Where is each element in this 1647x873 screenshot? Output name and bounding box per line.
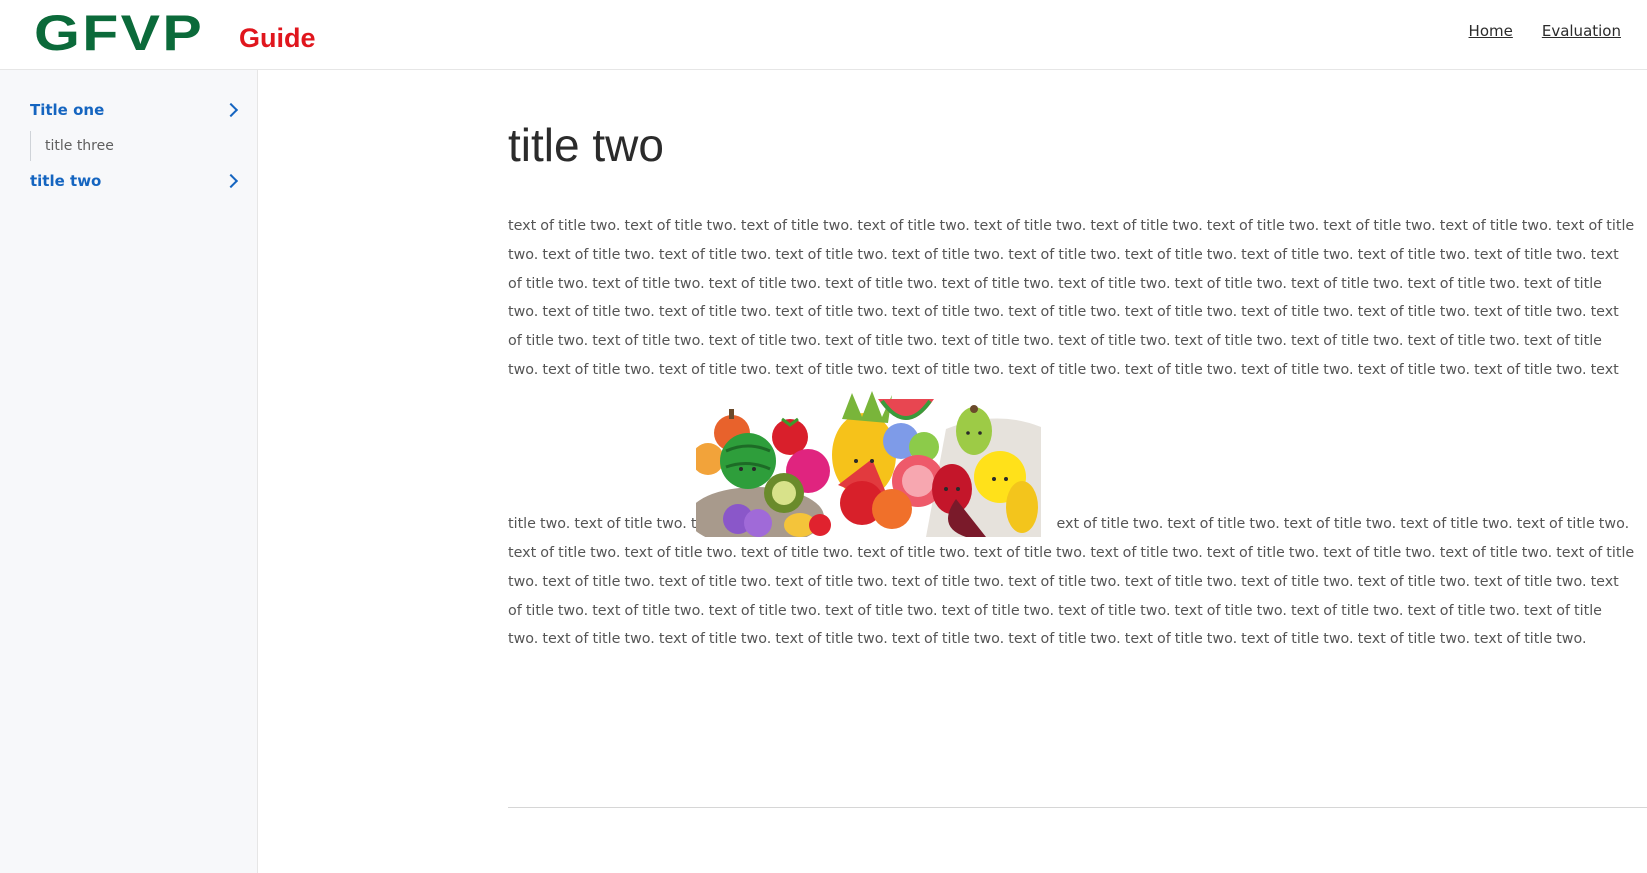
- site-logo[interactable]: GFVP Guide: [34, 5, 316, 61]
- paragraph-text-after-image: ext of title two. text of title two. tex…: [508, 516, 1635, 648]
- sidebar-subitem-title-three[interactable]: title three: [30, 131, 114, 161]
- chevron-right-icon: [223, 173, 239, 189]
- sidebar-item-title-one[interactable]: Title one: [30, 101, 240, 119]
- nav-evaluation-link[interactable]: Evaluation: [1542, 22, 1621, 40]
- page-title: title two: [508, 119, 664, 171]
- body-paragraph-1: text of title two. text of title two. te…: [508, 218, 1635, 378]
- content-divider: [508, 807, 1647, 808]
- body-paragraph-2: title two. text of title two. t ext of t…: [508, 389, 1636, 654]
- logo-wordmark: GFVP: [34, 5, 205, 61]
- chevron-right-icon: [223, 102, 239, 118]
- sidebar-subitem-label: title three: [45, 138, 114, 154]
- top-header: GFVP Guide Home Evaluation: [0, 0, 1647, 70]
- paragraph-text-before-image: title two. text of title two. t: [508, 516, 697, 533]
- sidebar-item-title-two[interactable]: title two: [30, 172, 240, 190]
- fruit-image: [688, 389, 1057, 547]
- sidebar: Title one title three title two: [0, 70, 258, 873]
- sidebar-item-label: Title one: [30, 101, 105, 119]
- sidebar-item-label: title two: [30, 172, 102, 190]
- top-nav: Home Evaluation: [1469, 22, 1621, 40]
- nav-home-link[interactable]: Home: [1469, 22, 1513, 40]
